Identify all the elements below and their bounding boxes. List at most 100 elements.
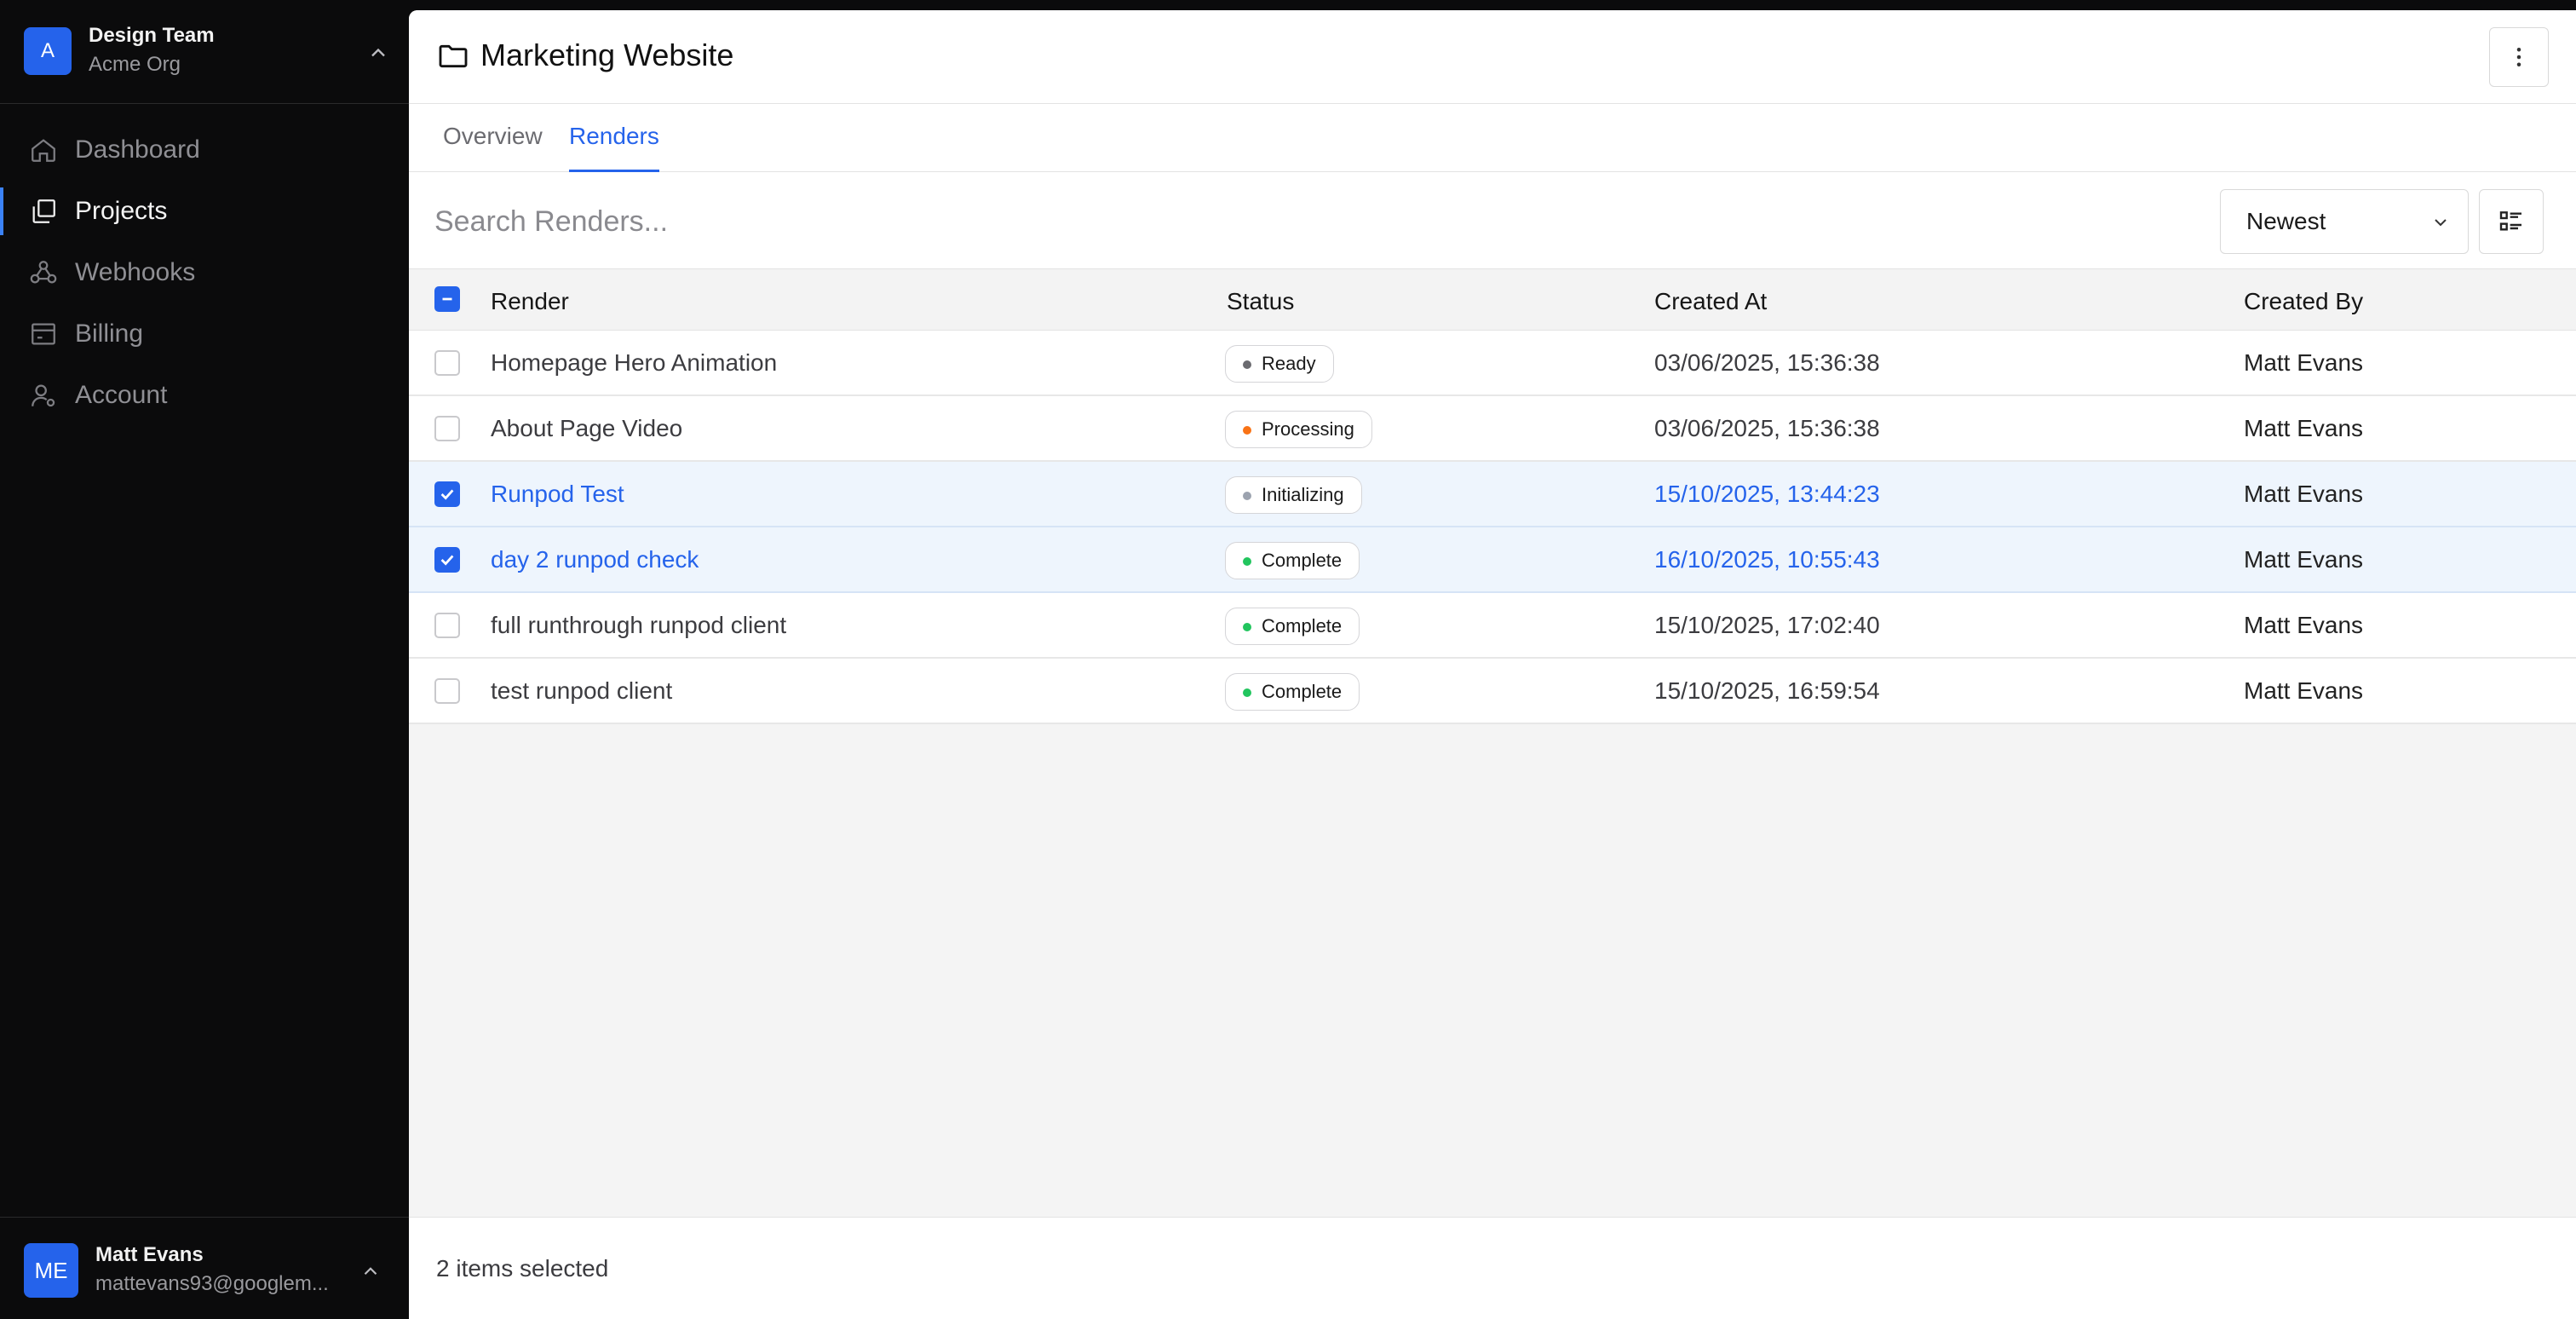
user-name: Matt Evans	[95, 1243, 204, 1266]
chevron-up-icon[interactable]	[359, 1260, 382, 1282]
table-row[interactable]: full runthrough runpod client Complete 1…	[409, 593, 2576, 659]
created-at: 03/06/2025, 15:36:38	[1654, 415, 1880, 441]
main-panel: Marketing Website Overview Renders Newes…	[409, 10, 2576, 1319]
render-name[interactable]: Runpod Test	[491, 481, 624, 508]
render-name[interactable]: day 2 runpod check	[491, 546, 699, 573]
sidebar-item-webhooks[interactable]: Webhooks	[0, 242, 409, 303]
row-checkbox[interactable]	[434, 481, 460, 507]
team-org: Acme Org	[89, 53, 181, 76]
user-icon	[29, 381, 58, 410]
row-checkbox[interactable]	[434, 613, 460, 638]
render-name[interactable]: About Page Video	[491, 415, 682, 442]
status-label: Complete	[1262, 681, 1343, 702]
row-checkbox[interactable]	[434, 416, 460, 441]
table-row[interactable]: day 2 runpod check Complete 16/10/2025, …	[409, 527, 2576, 593]
selection-count: 2 items selected	[436, 1255, 609, 1282]
created-by: Matt Evans	[2244, 349, 2364, 376]
sidebar-nav: Dashboard Projects Webhooks Billing Acco…	[0, 119, 409, 426]
more-vertical-icon	[2516, 48, 2521, 66]
sidebar-item-label: Projects	[75, 197, 168, 225]
created-at: 03/06/2025, 15:36:38	[1654, 349, 1880, 376]
status-badge: Initializing	[1225, 476, 1362, 514]
team-avatar: A	[24, 27, 72, 75]
table-row[interactable]: test runpod client Complete 15/10/2025, …	[409, 659, 2576, 724]
created-by: Matt Evans	[2244, 612, 2364, 638]
status-label: Processing	[1262, 418, 1354, 440]
sort-select[interactable]: Newest	[2220, 189, 2469, 254]
status-dot	[1243, 557, 1251, 566]
list-view-icon	[2499, 211, 2521, 231]
status-badge: Complete	[1225, 542, 1360, 579]
render-name[interactable]: Homepage Hero Animation	[491, 349, 777, 377]
table-row[interactable]: Homepage Hero Animation Ready 03/06/2025…	[409, 331, 2576, 396]
chevron-up-icon[interactable]	[366, 41, 390, 65]
status-badge: Complete	[1225, 608, 1360, 645]
view-toggle-button[interactable]	[2479, 189, 2544, 254]
tab-renders[interactable]: Renders	[569, 123, 659, 172]
sidebar: A Design Team Acme Org Dashboard Project…	[0, 0, 409, 1319]
sidebar-item-label: Webhooks	[75, 258, 196, 286]
sidebar-item-label: Billing	[75, 320, 144, 348]
avatar: ME	[24, 1243, 78, 1298]
webhook-icon	[29, 258, 58, 287]
sidebar-item-projects[interactable]: Projects	[0, 181, 409, 242]
status-badge: Processing	[1225, 411, 1372, 448]
sidebar-item-label: Dashboard	[75, 135, 200, 164]
status-dot	[1243, 492, 1251, 500]
created-at: 15/10/2025, 13:44:23	[1654, 481, 1880, 507]
more-options-button[interactable]	[2489, 27, 2549, 87]
column-header-render[interactable]: Render	[491, 288, 569, 315]
created-by: Matt Evans	[2244, 415, 2364, 441]
sidebar-item-label: Account	[75, 381, 168, 409]
status-label: Complete	[1262, 615, 1343, 636]
select-all-checkbox[interactable]	[434, 286, 460, 312]
folder-icon	[439, 44, 468, 68]
renders-table: Render Status Created At Created By Home…	[409, 269, 2576, 724]
home-icon	[29, 135, 58, 164]
status-badge: Complete	[1225, 673, 1360, 711]
render-name[interactable]: test runpod client	[491, 677, 672, 705]
sort-select-value: Newest	[2246, 208, 2326, 234]
billing-icon	[29, 320, 58, 348]
user-email: mattevans93@googlem...	[95, 1272, 329, 1295]
user-menu[interactable]: ME Matt Evans mattevans93@googlem...	[0, 1217, 409, 1319]
sidebar-item-dashboard[interactable]: Dashboard	[0, 119, 409, 181]
page-header: Marketing Website	[409, 10, 2576, 104]
column-header-created-at[interactable]: Created At	[1654, 288, 1767, 315]
render-name[interactable]: full runthrough runpod client	[491, 612, 786, 639]
status-label: Ready	[1262, 353, 1316, 374]
row-checkbox[interactable]	[434, 678, 460, 704]
table-row[interactable]: About Page Video Processing 03/06/2025, …	[409, 396, 2576, 462]
team-switcher[interactable]: A Design Team Acme Org	[0, 0, 409, 104]
status-dot	[1243, 688, 1251, 697]
created-by: Matt Evans	[2244, 546, 2364, 573]
status-dot	[1243, 426, 1251, 435]
tab-bar: Overview Renders	[409, 104, 2576, 172]
created-at: 15/10/2025, 17:02:40	[1654, 612, 1880, 638]
status-dot	[1243, 623, 1251, 631]
column-header-status[interactable]: Status	[1227, 288, 1294, 315]
status-label: Initializing	[1262, 484, 1344, 505]
projects-icon	[29, 197, 58, 226]
created-by: Matt Evans	[2244, 481, 2364, 507]
row-checkbox[interactable]	[434, 350, 460, 376]
page-title: Marketing Website	[480, 37, 734, 72]
status-dot	[1243, 360, 1251, 369]
tab-overview[interactable]: Overview	[443, 123, 543, 172]
sidebar-item-billing[interactable]: Billing	[0, 303, 409, 365]
team-name: Design Team	[89, 24, 215, 47]
chevron-down-icon	[2435, 219, 2447, 227]
created-at: 16/10/2025, 10:55:43	[1654, 546, 1880, 573]
created-at: 15/10/2025, 16:59:54	[1654, 677, 1880, 704]
toolbar: Newest	[409, 172, 2576, 269]
selection-footer: 2 items selected	[409, 1217, 2576, 1319]
table-row[interactable]: Runpod Test Initializing 15/10/2025, 13:…	[409, 462, 2576, 527]
status-badge: Ready	[1225, 345, 1334, 383]
sidebar-item-account[interactable]: Account	[0, 365, 409, 426]
created-by: Matt Evans	[2244, 677, 2364, 704]
row-checkbox[interactable]	[434, 547, 460, 573]
table-header: Render Status Created At Created By	[409, 269, 2576, 331]
column-header-created-by[interactable]: Created By	[2244, 288, 2363, 315]
search-input[interactable]	[434, 198, 1457, 245]
status-label: Complete	[1262, 550, 1343, 571]
